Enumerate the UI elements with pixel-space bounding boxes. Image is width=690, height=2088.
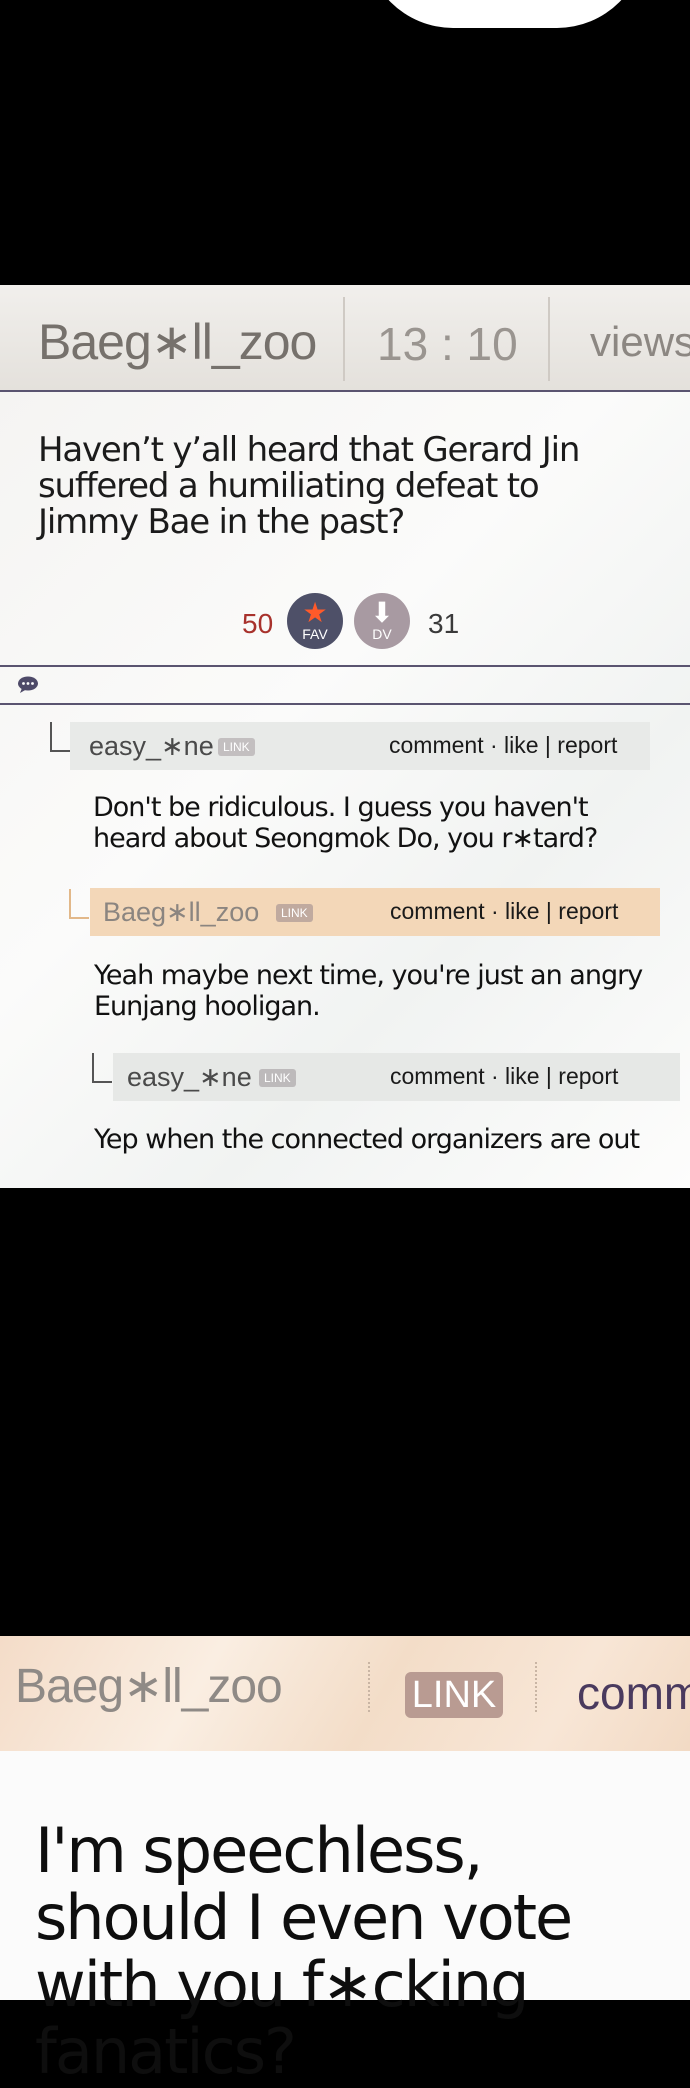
dv-count: 31 <box>428 608 460 639</box>
header-divider <box>343 297 345 381</box>
header-divider <box>368 1662 370 1712</box>
header-divider <box>548 297 550 381</box>
post-body: I'm speechless, should I even vote with … <box>35 1814 573 2088</box>
comment-header-highlighted: Baeg∗ll_zoo LINK comment · like | report <box>90 888 660 936</box>
post-body-panel: I'm speechless, should I even vote with … <box>0 1751 690 2085</box>
link-badge[interactable]: LINK <box>259 1069 296 1087</box>
reply-elbow-icon <box>92 1053 112 1083</box>
header-divider <box>535 1662 537 1712</box>
post-header: Baeg∗ll_zoo LINK comm <box>0 1636 690 1751</box>
post-header: Baeg∗ll_zoo 13 : 10 views <box>0 285 690 392</box>
link-badge[interactable]: LINK <box>276 904 313 922</box>
post-body: Haven’t y’all heard that Gerard Jin suff… <box>38 430 580 542</box>
comment-text: Yep when the connected organizers are ou… <box>94 1124 640 1155</box>
chat-bubble-icon <box>18 676 38 693</box>
post-author[interactable]: Baeg∗ll_zoo <box>15 1658 283 1714</box>
reply-elbow-icon <box>50 722 70 752</box>
dv-label: DV <box>372 626 392 642</box>
fav-count: 50 <box>242 608 274 639</box>
link-badge[interactable]: LINK <box>405 1672 503 1718</box>
comment-text: Yeah maybe next time, you're just an ang… <box>94 960 643 1022</box>
divider <box>0 703 690 705</box>
post-time: 13 : 10 <box>377 318 518 370</box>
comment-actions[interactable]: comment · like | report <box>390 898 618 925</box>
comment-header: easy_∗ne LINK comment · like | report <box>70 722 650 770</box>
divider <box>0 665 690 667</box>
fav-button[interactable]: ★ FAV <box>287 593 343 649</box>
comment-text: Don't be ridiculous. I guess you haven't… <box>93 792 598 854</box>
reply-elbow-icon <box>69 889 89 919</box>
arrow-down-icon: ⬇ <box>370 597 394 628</box>
speech-bubble-fragment <box>365 0 645 28</box>
comment-actions[interactable]: comment · like | report <box>389 732 617 759</box>
comment-author[interactable]: Baeg∗ll_zoo <box>103 897 259 928</box>
post-panel: Baeg∗ll_zoo 13 : 10 views Haven’t y’all … <box>0 285 690 1188</box>
fav-label: FAV <box>302 626 328 642</box>
vote-bar: 50 ★ FAV ⬇ DV 31 <box>0 593 690 653</box>
comment-button[interactable]: comm <box>577 1666 690 1720</box>
comment-header: easy_∗ne LINK comment · like | report <box>113 1053 680 1101</box>
star-icon: ★ <box>302 597 328 628</box>
link-badge[interactable]: LINK <box>218 738 255 756</box>
views-label: views <box>590 318 690 365</box>
downvote-button[interactable]: ⬇ DV <box>354 593 410 649</box>
comment-author[interactable]: easy_∗ne <box>127 1062 252 1093</box>
comment-author[interactable]: easy_∗ne <box>89 731 214 762</box>
comment-actions[interactable]: comment · like | report <box>390 1063 618 1090</box>
post-author[interactable]: Baeg∗ll_zoo <box>38 313 317 371</box>
